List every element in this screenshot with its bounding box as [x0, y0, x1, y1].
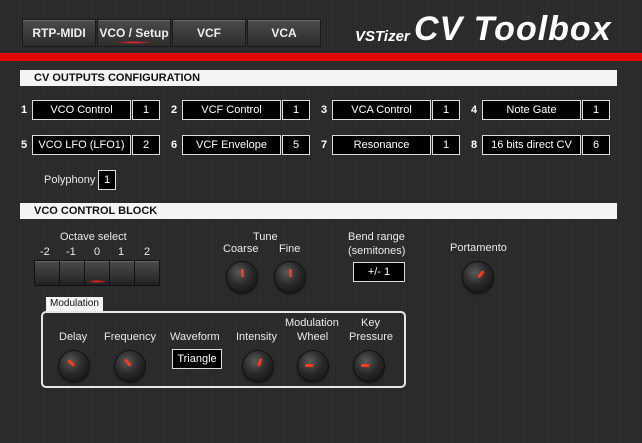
coarse-knob[interactable] — [227, 262, 257, 292]
output-number: 1 — [21, 104, 28, 116]
octave-value-label: 1 — [118, 246, 125, 258]
output-6-channel[interactable]: 5 — [282, 135, 310, 155]
waveform-label: Waveform — [170, 331, 220, 343]
output-number: 4 — [471, 104, 478, 116]
output-4-select[interactable]: Note Gate — [482, 100, 581, 120]
tab-vco-setup[interactable]: VCO / Setup — [97, 19, 171, 47]
octave-value-label: -2 — [40, 246, 50, 258]
frequency-knob[interactable] — [115, 351, 145, 381]
intensity-knob[interactable] — [243, 351, 273, 381]
tab-vca[interactable]: VCA — [247, 19, 321, 47]
output-5-channel[interactable]: 2 — [132, 135, 160, 155]
modwheel-label: Modulation — [285, 317, 339, 329]
delay-label: Delay — [59, 331, 88, 343]
output-3-channel[interactable]: 1 — [432, 100, 460, 120]
bend-range-label: Bend range — [348, 231, 405, 243]
tune-label: Tune — [253, 231, 278, 243]
key-pressure-knob[interactable] — [354, 351, 384, 381]
octave-value-label: 0 — [94, 246, 101, 258]
coarse-label: Coarse — [223, 243, 259, 255]
octave-button-0[interactable] — [84, 260, 110, 286]
output-number: 8 — [471, 139, 478, 151]
delay-knob[interactable] — [59, 351, 89, 381]
output-number: 3 — [321, 104, 328, 116]
output-8-select[interactable]: 16 bits direct CV — [482, 135, 581, 155]
output-2-select[interactable]: VCF Control — [182, 100, 281, 120]
key-pressure-label-2: Pressure — [349, 331, 394, 343]
bend-range-value[interactable]: +/- 1 — [353, 262, 405, 282]
output-3-select[interactable]: VCA Control — [332, 100, 431, 120]
modwheel-knob[interactable] — [298, 351, 328, 381]
octave-value-label: 2 — [144, 246, 151, 258]
polyphony-value[interactable]: 1 — [98, 170, 116, 190]
modulation-panel — [41, 311, 406, 388]
output-1-channel[interactable]: 1 — [132, 100, 160, 120]
octave-button-plus2[interactable] — [134, 260, 160, 286]
header-divider — [0, 53, 642, 61]
output-6-select[interactable]: VCF Envelope — [182, 135, 281, 155]
output-7-select[interactable]: Resonance — [332, 135, 431, 155]
bend-range-unit-label: (semitones) — [348, 245, 406, 257]
output-4-channel[interactable]: 1 — [582, 100, 610, 120]
output-2-channel[interactable]: 1 — [282, 100, 310, 120]
frequency-label: Frequency — [104, 331, 156, 343]
key-pressure-label: Key — [361, 317, 380, 329]
polyphony-label: Polyphony — [44, 174, 96, 186]
tab-vcf[interactable]: VCF — [172, 19, 246, 47]
octave-select-label: Octave select — [60, 231, 127, 243]
output-1-select[interactable]: VCO Control — [32, 100, 131, 120]
vco-control-header: VCO CONTROL BLOCK — [20, 203, 617, 219]
octave-button-minus1[interactable] — [59, 260, 85, 286]
modulation-tag: Modulation — [46, 297, 103, 311]
output-number: 7 — [321, 139, 328, 151]
output-number: 6 — [171, 139, 178, 151]
tab-rtp-midi[interactable]: RTP-MIDI — [22, 19, 96, 47]
output-number: 2 — [171, 104, 178, 116]
octave-button-minus2[interactable] — [34, 260, 60, 286]
portamento-label: Portamento — [450, 242, 507, 254]
waveform-select[interactable]: Triangle — [172, 349, 222, 369]
octave-value-label: -1 — [66, 246, 76, 258]
modwheel-label-2: Wheel — [297, 331, 329, 343]
output-7-channel[interactable]: 1 — [432, 135, 460, 155]
app-title: CV Toolbox — [414, 10, 612, 48]
intensity-label: Intensity — [236, 331, 277, 343]
cv-outputs-header: CV OUTPUTS CONFIGURATION — [20, 70, 617, 86]
portamento-knob[interactable] — [463, 262, 493, 292]
brand-vstizer: VSTizer — [355, 28, 410, 45]
output-5-select[interactable]: VCO LFO (LFO1) — [32, 135, 131, 155]
output-8-channel[interactable]: 6 — [582, 135, 610, 155]
fine-knob[interactable] — [275, 262, 305, 292]
octave-button-plus1[interactable] — [109, 260, 135, 286]
fine-label: Fine — [279, 243, 301, 255]
output-number: 5 — [21, 139, 28, 151]
